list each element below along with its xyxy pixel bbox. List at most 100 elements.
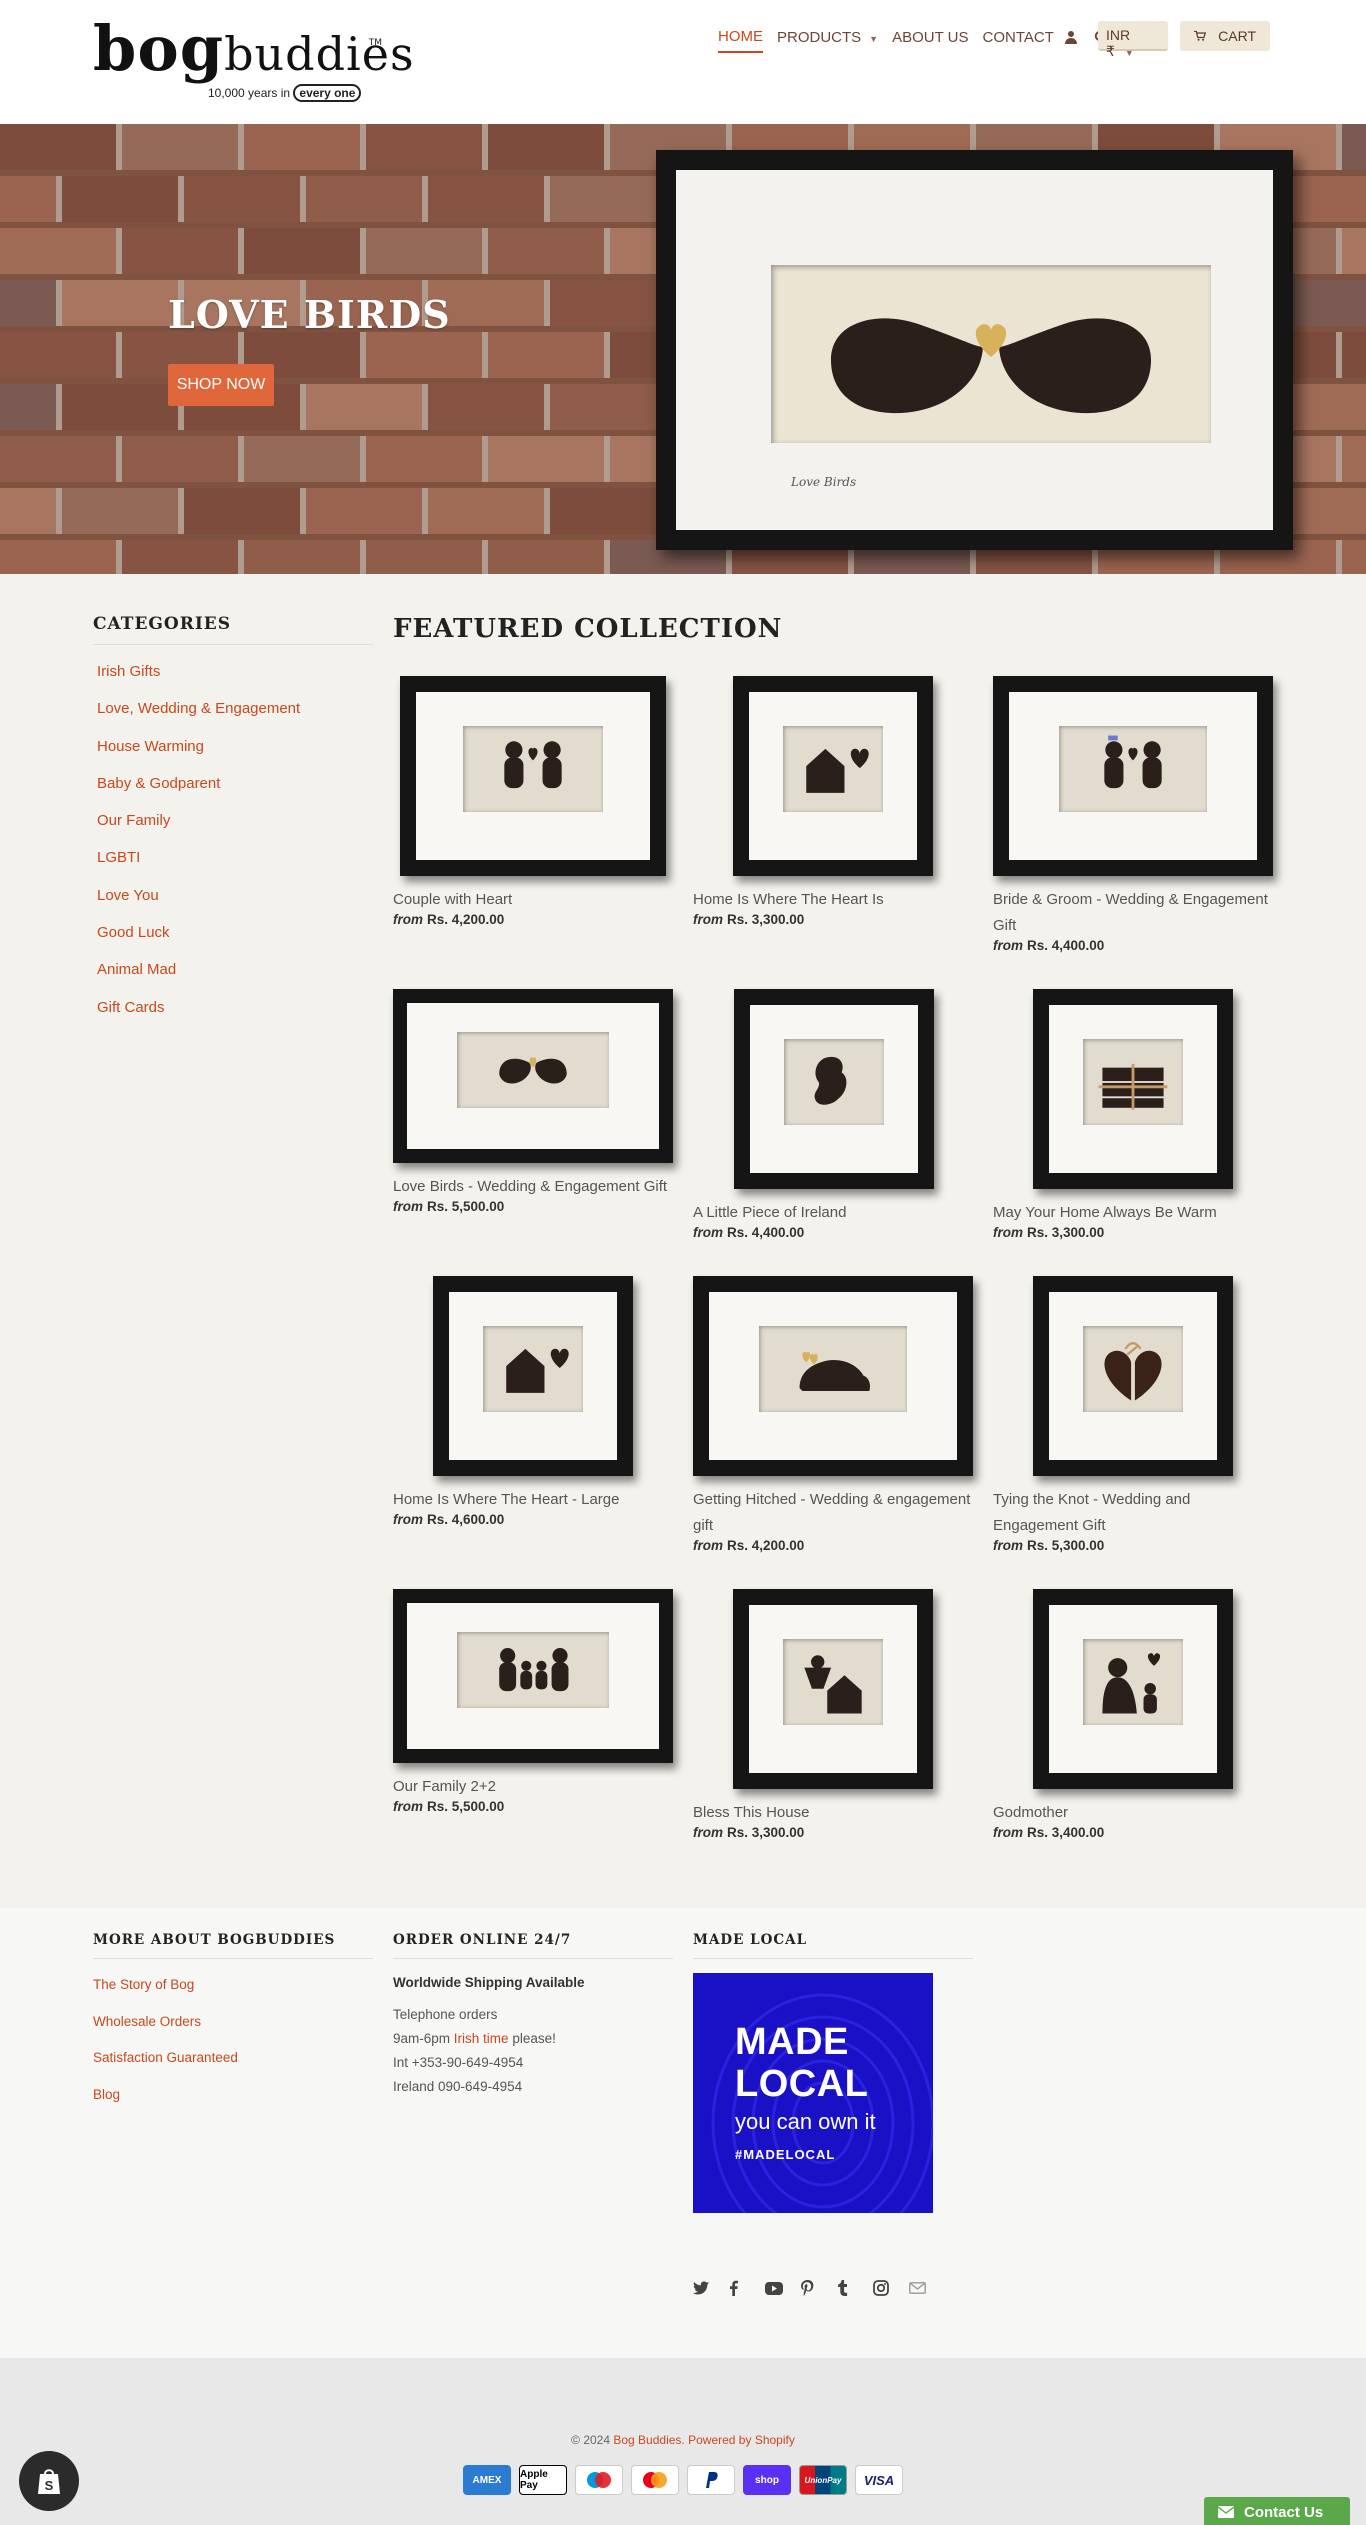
site-logo[interactable]: bogbuddies TM 10,000 years in every one xyxy=(93,18,414,110)
product-image[interactable] xyxy=(393,1589,673,1763)
product-title[interactable]: A Little Piece of Ireland xyxy=(693,1200,973,1226)
price-from-label: from xyxy=(393,1799,423,1814)
product-title[interactable]: Home Is Where The Heart Is xyxy=(693,887,973,913)
cart-button[interactable]: CART xyxy=(1180,21,1270,51)
contact-us-button[interactable]: Contact Us xyxy=(1204,2497,1350,2525)
brick xyxy=(0,228,122,274)
brick xyxy=(488,228,610,274)
nav-contact[interactable]: CONTACT xyxy=(983,29,1054,46)
footer-link-story[interactable]: The Story of Bog xyxy=(93,1975,373,2012)
brick xyxy=(1282,176,1366,222)
copyright-brand-link[interactable]: Bog Buddies xyxy=(613,2433,681,2447)
product-image[interactable] xyxy=(733,1589,933,1789)
footer-link-wholesale[interactable]: Wholesale Orders xyxy=(93,2012,373,2049)
brick xyxy=(550,280,672,326)
product-price: from Rs. 4,200.00 xyxy=(693,1538,804,1553)
product-title[interactable]: Couple with Heart xyxy=(393,887,673,913)
product-title[interactable]: Tying the Knot - Wedding and Engagement … xyxy=(993,1487,1273,1539)
svg-text:S: S xyxy=(45,2478,54,2493)
price-from-label: from xyxy=(393,1199,423,1214)
footer-link-satisfaction[interactable]: Satisfaction Guaranteed xyxy=(93,2048,373,2085)
featured-heading: FEATURED COLLECTION xyxy=(393,614,783,644)
brick xyxy=(244,124,366,170)
category-lgbti[interactable]: LGBTI xyxy=(97,847,373,884)
instagram-icon[interactable] xyxy=(873,2278,909,2298)
shopify-icon[interactable]: S xyxy=(19,2451,79,2511)
price-amount: Rs. 4,200.00 xyxy=(727,1538,805,1553)
category-animal-mad[interactable]: Animal Mad xyxy=(97,959,373,996)
price-amount: Rs. 3,300.00 xyxy=(727,912,805,927)
nav-about[interactable]: ABOUT US xyxy=(892,29,968,46)
product-title[interactable]: Our Family 2+2 xyxy=(393,1774,673,1800)
youtube-icon[interactable] xyxy=(765,2278,801,2298)
category-house-warming[interactable]: House Warming xyxy=(97,736,373,773)
footer-link-blog[interactable]: Blog xyxy=(93,2085,373,2122)
powered-by-link[interactable]: Powered by Shopify xyxy=(688,2433,795,2447)
price-amount: Rs. 5,300.00 xyxy=(1027,1538,1105,1553)
unionpay-icon: UnionPay xyxy=(799,2465,847,2495)
chevron-down-icon: ▼ xyxy=(1124,48,1134,58)
category-good-luck[interactable]: Good Luck xyxy=(97,922,373,959)
category-our-family[interactable]: Our Family xyxy=(97,810,373,847)
pinterest-icon[interactable] xyxy=(801,2278,837,2298)
product-title[interactable]: Godmother xyxy=(993,1800,1273,1826)
brick xyxy=(122,228,244,274)
categories-sidebar: CATEGORIES Irish Gifts Love, Wedding & E… xyxy=(93,614,373,1034)
product-image[interactable] xyxy=(733,676,933,876)
envelope-icon xyxy=(1218,2506,1234,2518)
price-from-label: from xyxy=(393,1512,423,1527)
product-price: from Rs. 5,500.00 xyxy=(393,1199,504,1214)
category-love-wedding[interactable]: Love, Wedding & Engagement xyxy=(97,698,373,735)
category-irish-gifts[interactable]: Irish Gifts xyxy=(97,661,373,698)
product-title[interactable]: Love Birds - Wedding & Engagement Gift xyxy=(393,1174,673,1200)
product-title[interactable]: Getting Hitched - Wedding & engagement g… xyxy=(693,1487,973,1539)
house-heart-icon xyxy=(483,1326,583,1412)
price-amount: Rs. 4,600.00 xyxy=(427,1512,505,1527)
product-title[interactable]: Bless This House xyxy=(693,1800,973,1826)
nav-products[interactable]: PRODUCTS ▼ xyxy=(777,29,878,46)
product-image[interactable] xyxy=(693,1276,973,1476)
product-title[interactable]: May Your Home Always Be Warm xyxy=(993,1200,1273,1226)
tumblr-icon[interactable] xyxy=(837,2278,873,2298)
product-image[interactable] xyxy=(433,1276,633,1476)
brick xyxy=(62,384,184,430)
price-from-label: from xyxy=(693,1538,723,1553)
product-image[interactable] xyxy=(1033,1276,1233,1476)
irish-time-link[interactable]: Irish time xyxy=(454,2031,509,2046)
email-icon[interactable] xyxy=(909,2278,945,2298)
category-baby-godparent[interactable]: Baby & Godparent xyxy=(97,773,373,810)
product-title[interactable]: Bride & Groom - Wedding & Engagement Gif… xyxy=(993,887,1273,939)
brick xyxy=(244,436,366,482)
site-footer: MORE ABOUT BOGBUDDIES The Story of Bog W… xyxy=(0,1908,1366,2358)
product-image[interactable] xyxy=(1033,989,1233,1189)
product-price: from Rs. 4,200.00 xyxy=(393,912,504,927)
product-title[interactable]: Home Is Where The Heart - Large xyxy=(393,1487,673,1513)
account-icon[interactable] xyxy=(1062,28,1080,46)
main-nav: HOME PRODUCTS ▼ ABOUT US CONTACT xyxy=(718,22,1122,53)
footer-local: MADE LOCAL xyxy=(693,1932,973,1959)
currency-selector[interactable]: INR ₹ ▼ xyxy=(1098,21,1168,59)
product-image[interactable] xyxy=(734,989,934,1189)
category-love-you[interactable]: Love You xyxy=(97,885,373,922)
product-price: from Rs. 4,400.00 xyxy=(993,938,1104,953)
price-from-label: from xyxy=(993,1225,1023,1240)
product-image[interactable] xyxy=(393,989,673,1163)
hero-product-image[interactable]: Love Birds xyxy=(656,150,1293,550)
love-birds-icon xyxy=(771,265,1211,443)
product-image[interactable] xyxy=(400,676,666,876)
footer-about-heading: MORE ABOUT BOGBUDDIES xyxy=(93,1932,373,1959)
brick xyxy=(122,540,244,574)
nav-home[interactable]: HOME xyxy=(718,28,763,53)
brick xyxy=(1342,436,1366,482)
brick xyxy=(488,124,610,170)
made-local-badge[interactable]: MADE LOCAL you can own it #MADELOCAL xyxy=(693,1973,933,2213)
facebook-icon[interactable] xyxy=(729,2278,765,2298)
product-image[interactable] xyxy=(993,676,1273,876)
product-image[interactable] xyxy=(1033,1589,1233,1789)
shop-now-button[interactable]: SHOP NOW xyxy=(168,364,274,406)
product-price: from Rs. 5,300.00 xyxy=(993,1538,1104,1553)
category-gift-cards[interactable]: Gift Cards xyxy=(97,997,373,1034)
twitter-icon[interactable] xyxy=(693,2278,729,2298)
telephone-label: Telephone orders xyxy=(393,2007,498,2022)
shipping-text: Worldwide Shipping Available xyxy=(393,1975,585,1990)
